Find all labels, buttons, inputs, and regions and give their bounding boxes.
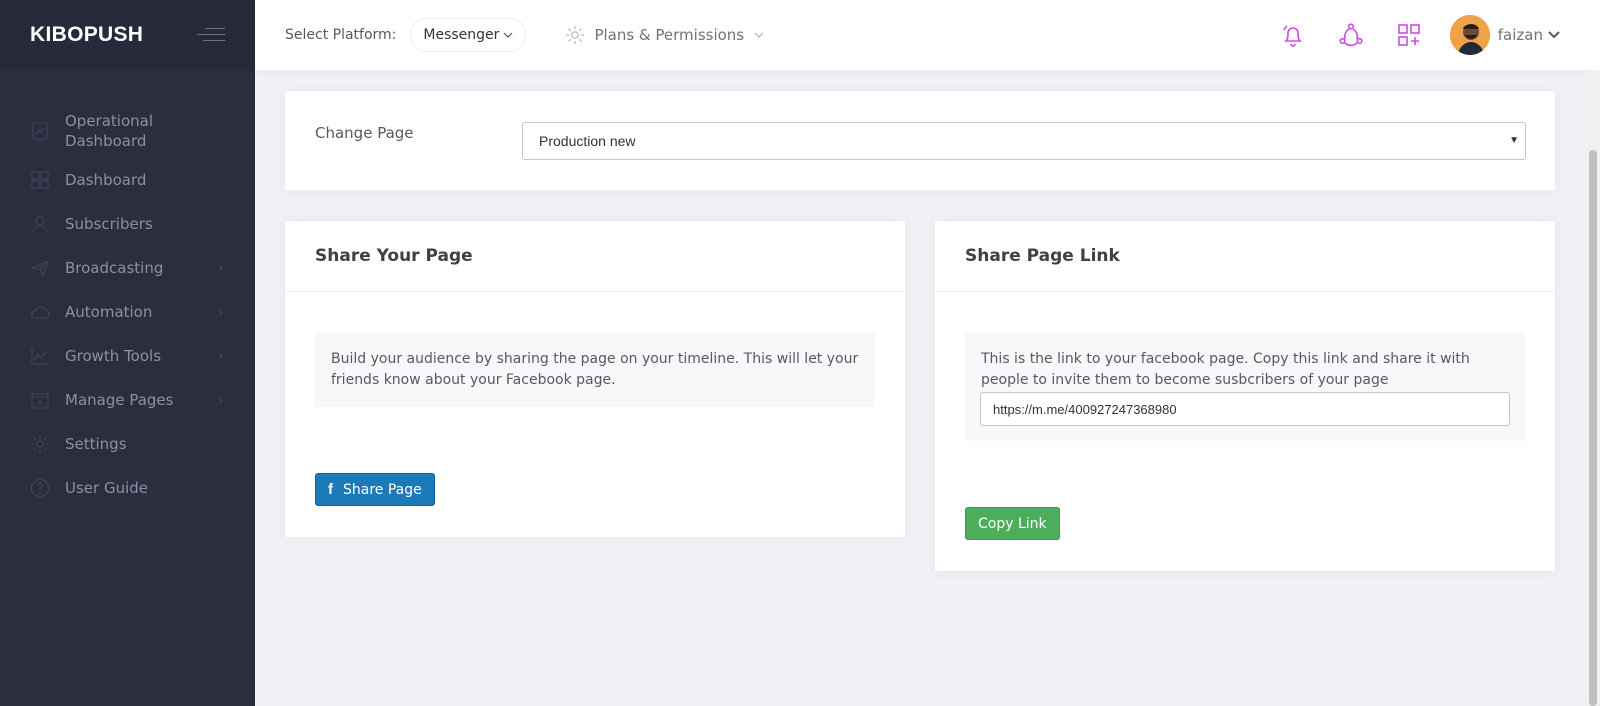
sidebar-item-settings[interactable]: Settings xyxy=(0,422,255,466)
chevron-down-icon xyxy=(1548,31,1560,39)
chevron-down-icon xyxy=(754,32,764,38)
sidebar-item-label: User Guide xyxy=(65,479,149,497)
sidebar-item-automation[interactable]: Automation › xyxy=(0,290,255,334)
platform-select-value: Messenger xyxy=(423,27,500,43)
sidebar-item-operational-dashboard[interactable]: Operational Dashboard xyxy=(0,106,255,156)
question-icon xyxy=(30,478,50,498)
change-page-panel: Change Page Production new ▼ xyxy=(285,91,1555,190)
page-select[interactable]: Production new ▼ xyxy=(522,122,1526,160)
card-title: Share Your Page xyxy=(285,221,905,292)
page-scrollbar[interactable] xyxy=(1586,70,1600,706)
sidebar-item-label: Broadcasting xyxy=(65,259,164,277)
share-page-button-label: Share Page xyxy=(343,481,422,498)
user-icon xyxy=(32,216,48,233)
chevron-right-icon: › xyxy=(218,261,223,275)
chart-doc-icon xyxy=(32,122,48,140)
gear-icon xyxy=(566,26,585,44)
sidebar-item-label: Manage Pages xyxy=(65,391,174,409)
notification-bell-icon[interactable] xyxy=(1280,22,1306,48)
sidebar-item-subscribers[interactable]: Subscribers xyxy=(0,202,255,246)
sidebar-item-growth-tools[interactable]: Growth Tools › xyxy=(0,334,255,378)
top-right-toolbar: faizan xyxy=(1248,0,1560,70)
chevron-right-icon: › xyxy=(218,393,223,407)
sidebar-item-label: Operational Dashboard xyxy=(65,112,154,150)
user-menu[interactable]: faizan xyxy=(1498,26,1560,44)
sidebar-item-label: Settings xyxy=(65,435,127,453)
line-chart-icon xyxy=(31,348,48,365)
sidebar-item-label: Automation xyxy=(65,303,153,321)
facebook-icon: f xyxy=(328,481,333,498)
platform-label: Select Platform: xyxy=(285,27,397,43)
sidebar-item-user-guide[interactable]: User Guide xyxy=(0,466,255,510)
menu-toggle-icon[interactable] xyxy=(197,28,225,42)
gear-icon xyxy=(31,435,49,453)
chevron-right-icon: › xyxy=(218,349,223,363)
sidebar-menu: Operational Dashboard Dashboard Subscrib… xyxy=(0,70,255,510)
add-page-icon xyxy=(31,393,49,409)
share-page-link-card: Share Page Link This is the link to your… xyxy=(935,221,1555,571)
sidebar-item-broadcasting[interactable]: Broadcasting › xyxy=(0,246,255,290)
share-page-note: Build your audience by sharing the page … xyxy=(315,333,875,407)
scrollbar-thumb[interactable] xyxy=(1589,150,1597,706)
avatar-image xyxy=(1449,15,1490,55)
cloud-icon xyxy=(31,306,50,319)
brand-header: KIBOPUSH xyxy=(0,0,255,70)
paper-plane-icon xyxy=(30,259,50,278)
top-bar: Select Platform: Messenger Plans & Permi… xyxy=(255,0,1600,70)
card-title: Share Page Link xyxy=(935,221,1555,292)
platform-select[interactable]: Messenger xyxy=(410,18,527,52)
share-link-note: This is the link to your facebook page. … xyxy=(981,351,1470,388)
share-your-page-card: Share Your Page Build your audience by s… xyxy=(285,221,905,537)
plans-permissions-label: Plans & Permissions xyxy=(594,26,745,44)
sidebar-item-label: Subscribers xyxy=(65,215,153,233)
user-name: faizan xyxy=(1497,26,1543,44)
brand-logo[interactable]: KIBOPUSH xyxy=(30,23,143,47)
sidebar-item-label: Dashboard xyxy=(65,171,147,189)
sidebar-item-label: Growth Tools xyxy=(65,347,162,365)
share-network-icon[interactable] xyxy=(1338,22,1364,48)
sidebar-item-dashboard[interactable]: Dashboard xyxy=(0,158,255,202)
chevron-right-icon: › xyxy=(218,305,223,319)
page-link-input[interactable]: https://m.me/400927247368980 xyxy=(980,392,1510,426)
share-link-note-box: This is the link to your facebook page. … xyxy=(965,333,1525,441)
grid-icon xyxy=(31,171,49,189)
share-page-button[interactable]: f Share Page xyxy=(315,473,435,506)
avatar[interactable] xyxy=(1449,15,1490,55)
apps-grid-icon[interactable] xyxy=(1396,22,1422,48)
page-select-value: Production new xyxy=(539,133,636,149)
sidebar-item-manage-pages[interactable]: Manage Pages › xyxy=(0,378,255,422)
sidebar: KIBOPUSH Operational Dashboard Dashboard… xyxy=(0,0,255,706)
chevron-down-icon xyxy=(504,32,513,38)
select-caret-icon: ▼ xyxy=(1509,135,1519,146)
plans-permissions-menu[interactable]: Plans & Permissions xyxy=(564,24,764,46)
copy-link-button[interactable]: Copy Link xyxy=(965,507,1060,540)
change-page-label: Change Page xyxy=(315,124,414,142)
